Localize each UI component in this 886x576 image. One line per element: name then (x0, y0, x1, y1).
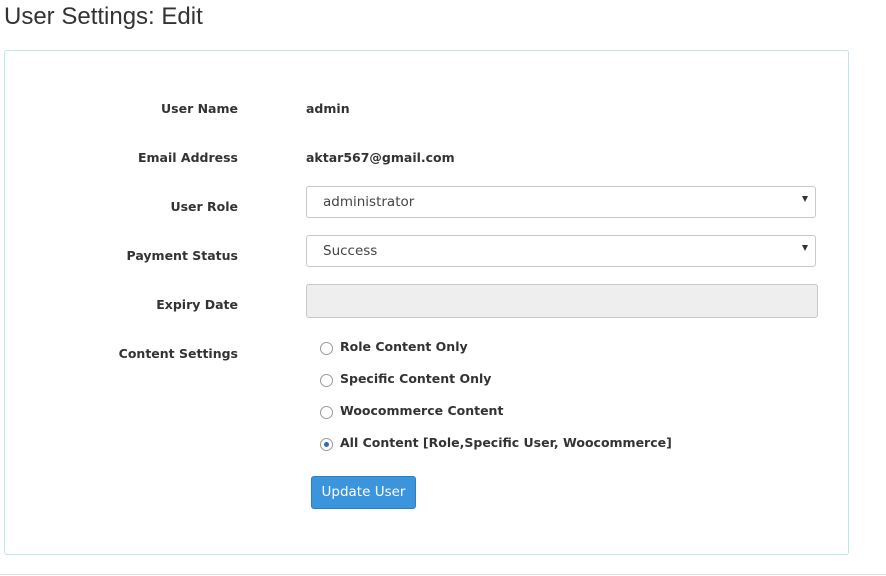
email-label: Email Address (137, 150, 238, 165)
user-name-label: User Name (161, 101, 238, 116)
payment-status-selected: Success (323, 243, 378, 259)
radio-button[interactable] (320, 374, 333, 387)
radio-label: Woocommerce Content (340, 403, 504, 418)
radio-label: All Content [Role,Specific User, Woocomm… (340, 435, 672, 450)
user-settings-panel: User Name admin Email Address aktar567@g… (4, 50, 849, 555)
expiry-date-label: Expiry Date (156, 297, 238, 312)
radio-label: Specific Content Only (340, 371, 492, 386)
expiry-date-input[interactable] (306, 284, 818, 318)
radio-button[interactable] (320, 438, 333, 451)
content-settings-label: Content Settings (118, 346, 238, 361)
user-name-value: admin (306, 101, 350, 116)
radio-button[interactable] (320, 406, 333, 419)
chevron-down-icon (802, 245, 808, 251)
radio-button[interactable] (320, 342, 333, 355)
email-value: aktar567@gmail.com (306, 150, 455, 165)
payment-status-select[interactable]: Success (306, 235, 816, 267)
user-role-selected: administrator (323, 194, 415, 210)
page-title: User Settings: Edit (4, 3, 203, 30)
user-role-label: User Role (170, 199, 238, 214)
update-user-button[interactable]: Update User (311, 476, 416, 509)
radio-label: Role Content Only (340, 339, 468, 354)
divider (0, 574, 886, 575)
chevron-down-icon (802, 196, 808, 202)
user-role-select[interactable]: administrator (306, 186, 816, 218)
payment-status-label: Payment Status (126, 248, 238, 263)
